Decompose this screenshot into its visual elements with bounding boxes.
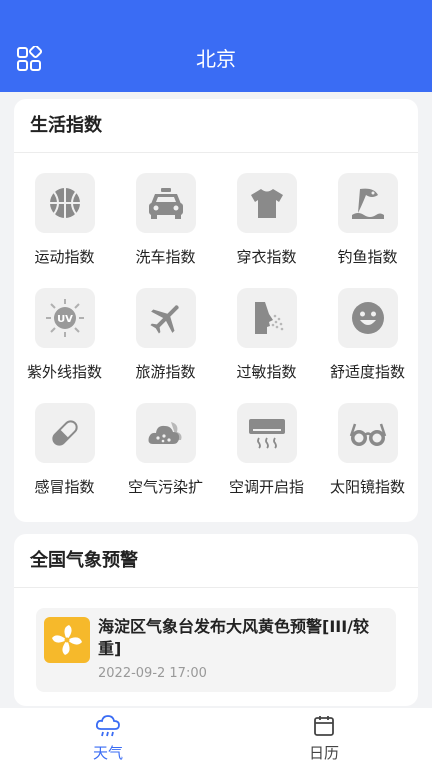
index-tile-ac[interactable]: 空调开启指 bbox=[216, 403, 317, 518]
pill-icon bbox=[51, 420, 78, 446]
index-label: 感冒指数 bbox=[34, 478, 95, 496]
bottom-tab-bar: 天气 日历 bbox=[0, 708, 432, 768]
app-header: 北京 bbox=[0, 0, 432, 92]
index-label: 太阳镜指数 bbox=[329, 478, 405, 496]
tab-calendar-label: 日历 bbox=[308, 744, 339, 762]
fishing-icon bbox=[351, 188, 384, 219]
index-tile-sunglasses[interactable]: 太阳镜指数 bbox=[317, 403, 418, 518]
index-tile-comfort[interactable]: 舒适度指数 bbox=[317, 288, 418, 403]
city-title: 北京 bbox=[196, 47, 236, 71]
index-tile-travel[interactable]: 旅游指数 bbox=[115, 288, 216, 403]
index-tile-allergy[interactable]: 过敏指数 bbox=[216, 288, 317, 403]
life-index-title: 生活指数 bbox=[14, 99, 418, 153]
warning-text: 海淀区气象台发布大风黄色预警[III/较重] bbox=[98, 617, 370, 658]
weather-warning-card: 全国气象预警 海淀区气象台发布大风黄色预警[III/较重] 2022-09-2 … bbox=[14, 534, 418, 706]
warning-item[interactable]: 海淀区气象台发布大风黄色预警[III/较重] 2022-09-2 17:00 bbox=[36, 608, 396, 692]
tab-weather[interactable]: 天气 bbox=[0, 708, 216, 768]
index-tile-uv[interactable]: UV 紫外线指数 bbox=[14, 288, 115, 403]
index-tile-fishing[interactable]: 钓鱼指数 bbox=[317, 173, 418, 288]
index-label: 紫外线指数 bbox=[26, 363, 102, 381]
index-label: 旅游指数 bbox=[135, 363, 196, 381]
life-index-card: 生活指数 运动指数 洗车指数 穿衣指数 钓鱼指数 UV 紫外线指数 旅游指数 过… bbox=[14, 99, 418, 522]
index-label: 过敏指数 bbox=[236, 363, 297, 381]
index-label: 穿衣指数 bbox=[236, 248, 297, 266]
calendar-icon bbox=[314, 716, 334, 736]
smiley-icon bbox=[351, 302, 384, 334]
index-label: 运动指数 bbox=[34, 248, 95, 266]
index-tile-cold[interactable]: 感冒指数 bbox=[14, 403, 115, 518]
air-conditioner-icon bbox=[248, 419, 285, 449]
tshirt-icon bbox=[250, 189, 283, 218]
index-label: 舒适度指数 bbox=[329, 363, 405, 381]
airplane-icon bbox=[149, 305, 179, 334]
index-label: 空气污染扩 bbox=[127, 478, 203, 496]
tab-weather-label: 天气 bbox=[92, 744, 123, 762]
index-tile-carwash[interactable]: 洗车指数 bbox=[115, 173, 216, 288]
index-label: 钓鱼指数 bbox=[337, 248, 398, 266]
index-tile-clothing[interactable]: 穿衣指数 bbox=[216, 173, 317, 288]
warning-title: 全国气象预警 bbox=[14, 534, 418, 588]
rain-cloud-icon bbox=[95, 715, 120, 737]
life-index-grid: 运动指数 洗车指数 穿衣指数 钓鱼指数 UV 紫外线指数 旅游指数 过敏指数 舒… bbox=[14, 153, 418, 518]
index-label: 洗车指数 bbox=[135, 248, 196, 266]
wind-fan-icon bbox=[52, 625, 82, 655]
index-tile-sport[interactable]: 运动指数 bbox=[14, 173, 115, 288]
uv-text: UV bbox=[57, 314, 73, 325]
sunglasses-icon bbox=[349, 423, 386, 446]
uv-sun-icon: UV bbox=[45, 299, 84, 337]
car-icon bbox=[148, 188, 183, 219]
warning-time: 2022-09-2 17:00 bbox=[98, 666, 207, 681]
tab-calendar[interactable]: 日历 bbox=[216, 708, 432, 768]
index-label: 空调开启指 bbox=[228, 478, 304, 496]
basketball-icon bbox=[49, 188, 80, 218]
index-tile-air-pollution[interactable]: 空气污染扩 bbox=[115, 403, 216, 518]
allergy-icon bbox=[254, 302, 283, 334]
pollution-cloud-icon bbox=[148, 422, 181, 444]
